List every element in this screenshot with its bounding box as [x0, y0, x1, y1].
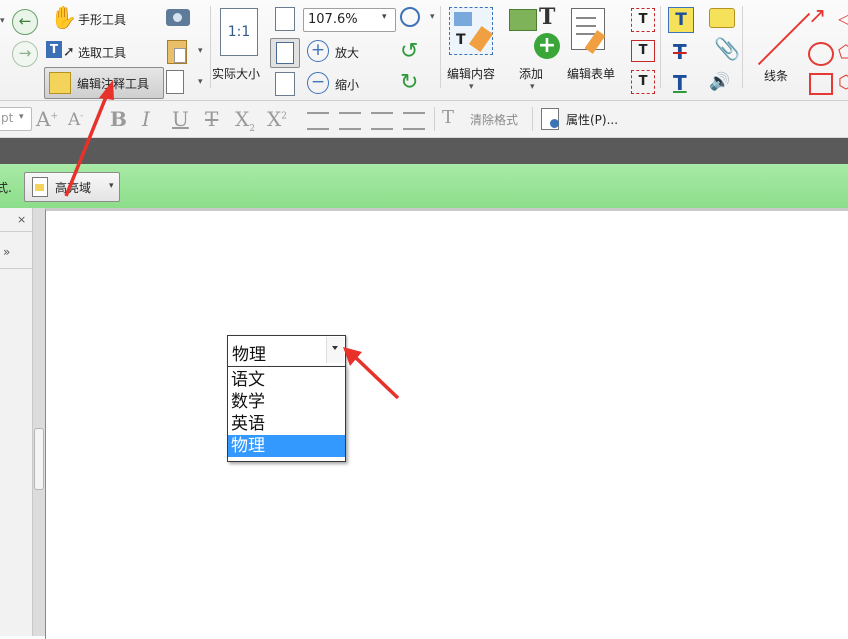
annotation-arrows: [64, 80, 400, 400]
annotation-arrow-combo: [352, 354, 400, 400]
annotation-arrowhead-toolbar: [99, 80, 114, 100]
annotation-arrow-toolbar: [64, 91, 110, 197]
